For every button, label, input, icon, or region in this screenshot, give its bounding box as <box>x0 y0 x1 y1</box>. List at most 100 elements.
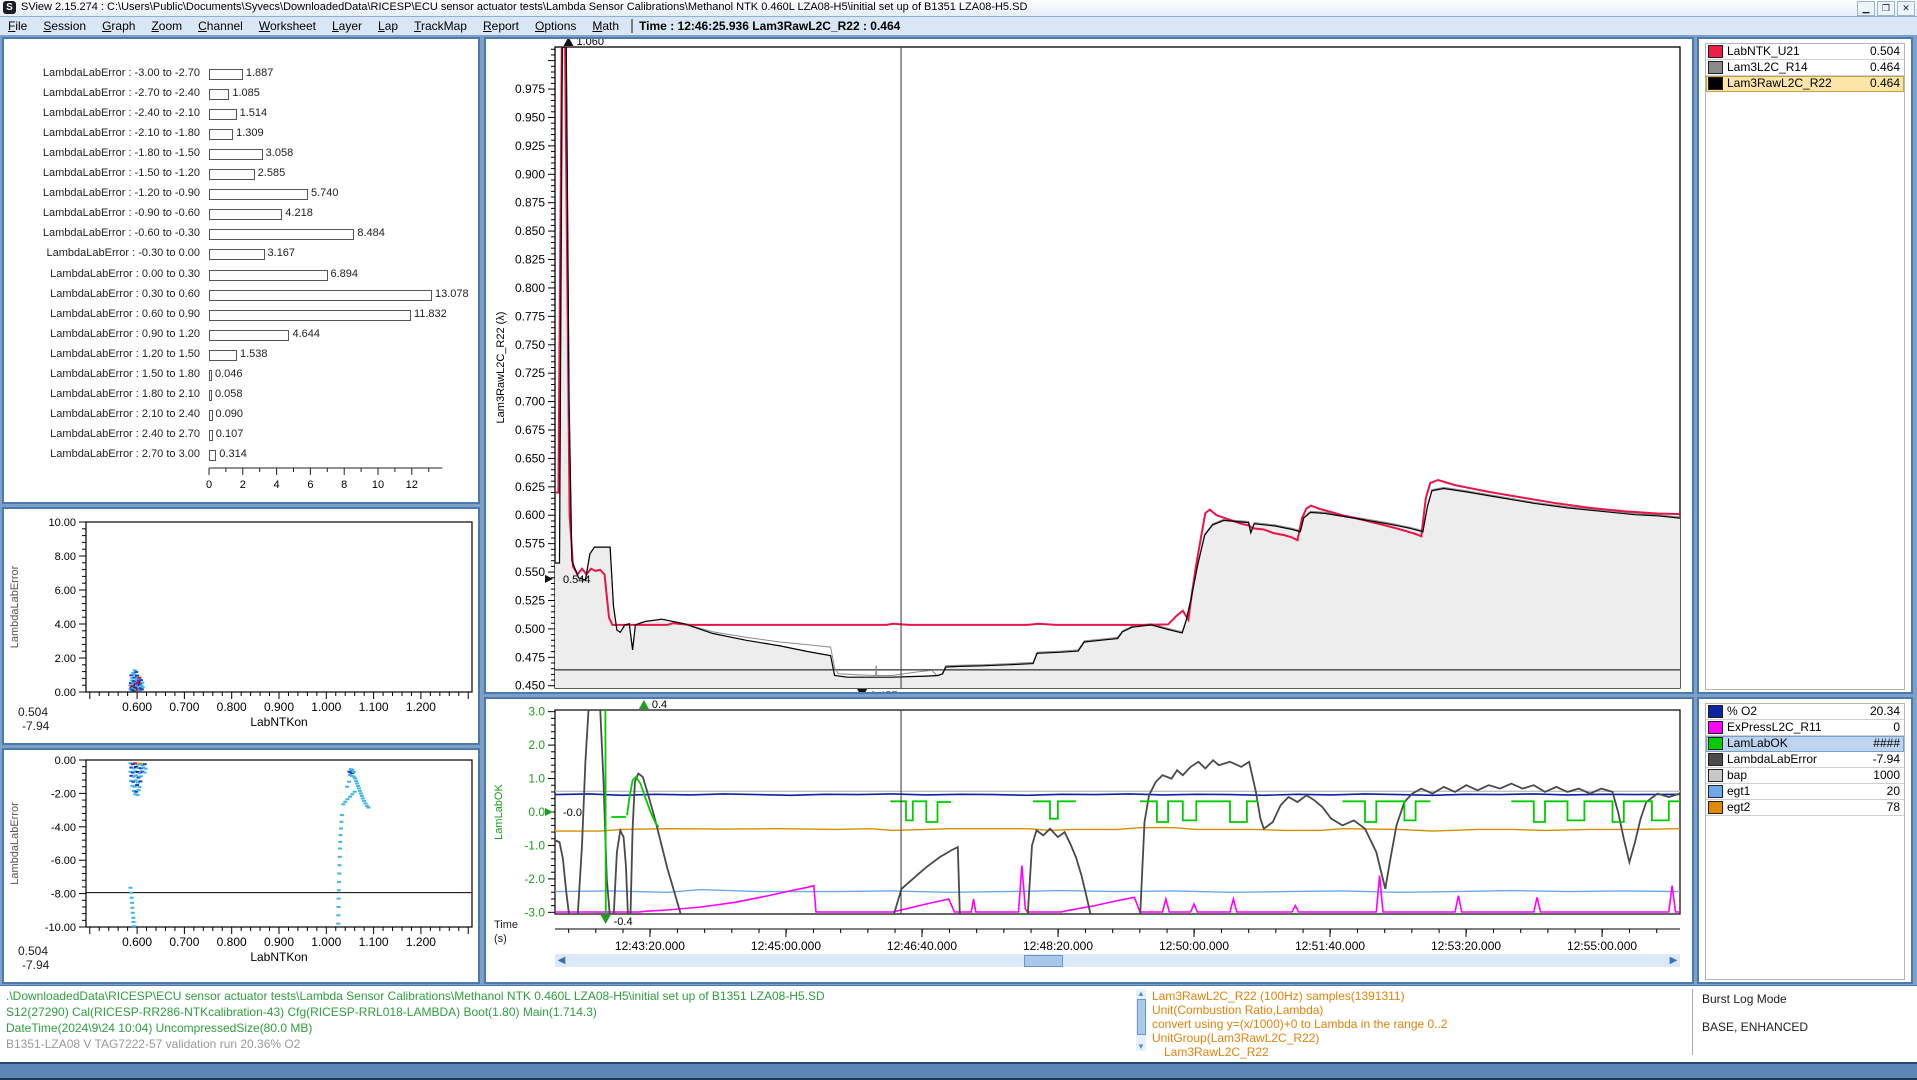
menu-math[interactable]: Math <box>584 19 627 33</box>
legend-row-bap[interactable]: bap1000 <box>1706 768 1904 784</box>
minimize-button[interactable]: ▁ <box>1857 1 1875 16</box>
histogram-row: LambdaLabError : 0.30 to 0.6013.078 <box>4 288 474 302</box>
workspace: LambdaLabError : -3.00 to -2.701.887Lamb… <box>0 35 1917 984</box>
histogram-row: LambdaLabError : -3.00 to -2.701.887 <box>4 67 474 81</box>
bin-label: LambdaLabError : -1.80 to -1.50 <box>4 147 200 159</box>
svg-text:0.00: 0.00 <box>55 687 76 699</box>
channel-color-swatch <box>1708 721 1723 734</box>
svg-text:0.925: 0.925 <box>515 139 545 153</box>
svg-text:0.800: 0.800 <box>217 935 247 949</box>
menu-trackmap[interactable]: TrackMap <box>406 19 475 33</box>
svg-text:LambdaLabError: LambdaLabError <box>9 565 21 648</box>
menu-lap[interactable]: Lap <box>370 19 406 33</box>
close-button[interactable]: ✕ <box>1897 1 1915 16</box>
title-bar: S SView 2.15.274 : C:\Users\Public\Docum… <box>0 0 1917 17</box>
svg-text:12:50:00.000: 12:50:00.000 <box>1159 939 1229 952</box>
menu-file[interactable]: File <box>0 19 35 33</box>
svg-text:-0.4: -0.4 <box>614 916 633 928</box>
histogram-row: LambdaLabError : 0.90 to 1.204.644 <box>4 328 474 342</box>
menu-worksheet[interactable]: Worksheet <box>251 19 324 33</box>
bin-value: 2.585 <box>258 167 286 179</box>
channel-color-swatch <box>1708 753 1723 766</box>
svg-text:2: 2 <box>240 479 246 491</box>
legend-row-expressl2c-r11[interactable]: ExPressL2C_R110 <box>1706 720 1904 736</box>
legend-row-labntk-u21[interactable]: LabNTK_U210.504 <box>1706 44 1904 60</box>
restore-button[interactable]: ❐ <box>1877 1 1895 16</box>
legend-row-lam3l2c-r14[interactable]: Lam3L2C_R140.464 <box>1706 60 1904 76</box>
svg-text:-3.0: -3.0 <box>524 905 545 919</box>
scatter-bottom-panel[interactable]: -10.00-8.00-6.00-4.00-2.000.000.6000.700… <box>2 748 480 984</box>
bin-bar <box>209 189 308 200</box>
scroll-down-icon[interactable]: ▼ <box>1136 1042 1146 1051</box>
menu-session[interactable]: Session <box>35 19 94 33</box>
scroll-right-icon[interactable]: ▶ <box>1667 954 1680 967</box>
bin-bar <box>209 370 212 381</box>
scatter-bottom-canvas[interactable]: -10.00-8.00-6.00-4.00-2.000.000.6000.700… <box>4 750 478 982</box>
bin-value: 1.309 <box>236 127 264 139</box>
histogram-panel[interactable]: LambdaLabError : -3.00 to -2.701.887Lamb… <box>2 37 480 504</box>
histogram-row: LambdaLabError : -0.60 to -0.308.484 <box>4 227 474 241</box>
channel-value: 1000 <box>1873 768 1900 783</box>
bin-bar <box>209 430 213 441</box>
scatter-top-canvas[interactable]: 0.002.004.006.008.0010.000.6000.7000.800… <box>4 509 478 743</box>
svg-text:0.475: 0.475 <box>515 650 545 664</box>
svg-text:1.100: 1.100 <box>359 700 389 714</box>
cursor-y-value: -7.94 <box>22 719 49 733</box>
legend-row-egt2[interactable]: egt278 <box>1706 800 1904 816</box>
legend-row-egt1[interactable]: egt120 <box>1706 784 1904 800</box>
cursor-time-readout: Time : 12:46:25.936 Lam3RawL2C_R22 : 0.4… <box>639 19 900 33</box>
bin-value: 0.090 <box>216 408 244 420</box>
main-chart-panel[interactable]: 0.4500.4750.5000.5250.5500.5750.6000.625… <box>484 37 1694 694</box>
menu-graph[interactable]: Graph <box>94 19 143 33</box>
scroll-left-icon[interactable]: ◀ <box>555 954 568 967</box>
menu-channel[interactable]: Channel <box>190 19 251 33</box>
svg-text:0.975: 0.975 <box>515 82 545 96</box>
bin-value: 3.058 <box>266 147 294 159</box>
svg-text:0.800: 0.800 <box>217 700 247 714</box>
bin-value: 4.644 <box>292 328 320 340</box>
channel-name: Lam3RawL2C_R22 <box>1727 76 1832 91</box>
channel-value: 0.504 <box>1870 44 1900 59</box>
window-bottom-frame <box>0 1062 1917 1080</box>
status-datetime-info: DateTime(2024\9\24 10:04) UncompressedSi… <box>6 1021 312 1035</box>
channel-info-unitgroup: UnitGroup(Lam3RawL2C_R22) <box>1152 1031 1319 1045</box>
svg-text:0.800: 0.800 <box>515 281 545 295</box>
mini-scroll-thumb[interactable] <box>1137 999 1146 1035</box>
legend-row--o2[interactable]: % O220.34 <box>1706 704 1904 720</box>
channel-color-swatch <box>1708 45 1723 58</box>
scroll-up-icon[interactable]: ▲ <box>1136 989 1146 998</box>
channel-color-swatch <box>1708 705 1723 718</box>
svg-text:12:43:20.000: 12:43:20.000 <box>615 939 685 952</box>
status-mini-scrollbar[interactable]: ▲ ▼ <box>1136 989 1146 1051</box>
bin-value: 0.058 <box>215 388 243 400</box>
status-bar: .\DownloadedData\RICESP\ECU sensor actua… <box>0 985 1917 1062</box>
bin-value: 0.314 <box>219 448 247 460</box>
bottom-chart-panel[interactable]: -3.0-2.0-1.00.01.02.03.00.4-0.0-0.4LamLa… <box>484 697 1694 984</box>
channel-name: Lam3L2C_R14 <box>1727 60 1808 75</box>
bin-label: LambdaLabError : -3.00 to -2.70 <box>4 67 200 79</box>
main-chart-canvas[interactable]: 0.4500.4750.5000.5250.5500.5750.6000.625… <box>486 39 1692 692</box>
time-scrollbar[interactable]: ◀ ▶ <box>555 954 1680 967</box>
legend-row-lamlabok[interactable]: LamLabOK#### <box>1706 736 1904 752</box>
svg-text:LamLabOK: LamLabOK <box>493 784 505 840</box>
bottom-chart-canvas[interactable]: -3.0-2.0-1.00.01.02.03.00.4-0.0-0.4LamLa… <box>486 699 1692 952</box>
menu-layer[interactable]: Layer <box>324 19 370 33</box>
menu-zoom[interactable]: Zoom <box>143 19 190 33</box>
svg-text:12:48:20.000: 12:48:20.000 <box>1023 939 1093 952</box>
bin-label: LambdaLabError : -0.60 to -0.30 <box>4 227 200 239</box>
scatter-top-panel[interactable]: 0.002.004.006.008.0010.000.6000.7000.800… <box>2 507 480 745</box>
bin-label: LambdaLabError : 1.80 to 2.10 <box>4 388 200 400</box>
menu-report[interactable]: Report <box>475 19 527 33</box>
legend-row-lam3rawl2c-r22[interactable]: Lam3RawL2C_R220.464 <box>1706 76 1904 92</box>
time-axis-label: Time <box>494 919 518 931</box>
menu-options[interactable]: Options <box>527 19 584 33</box>
legend-row-lambdalaberror[interactable]: LambdaLabError-7.94 <box>1706 752 1904 768</box>
scroll-thumb[interactable] <box>1024 955 1063 967</box>
svg-text:10: 10 <box>372 479 384 491</box>
histogram-row: LambdaLabError : 1.20 to 1.501.538 <box>4 348 474 362</box>
bin-value: 5.740 <box>311 187 339 199</box>
bin-label: LambdaLabError : -0.30 to 0.00 <box>4 247 200 259</box>
bin-bar <box>209 410 213 421</box>
bin-value: 0.046 <box>215 368 243 380</box>
histogram-row: LambdaLabError : -0.90 to -0.604.218 <box>4 207 474 221</box>
